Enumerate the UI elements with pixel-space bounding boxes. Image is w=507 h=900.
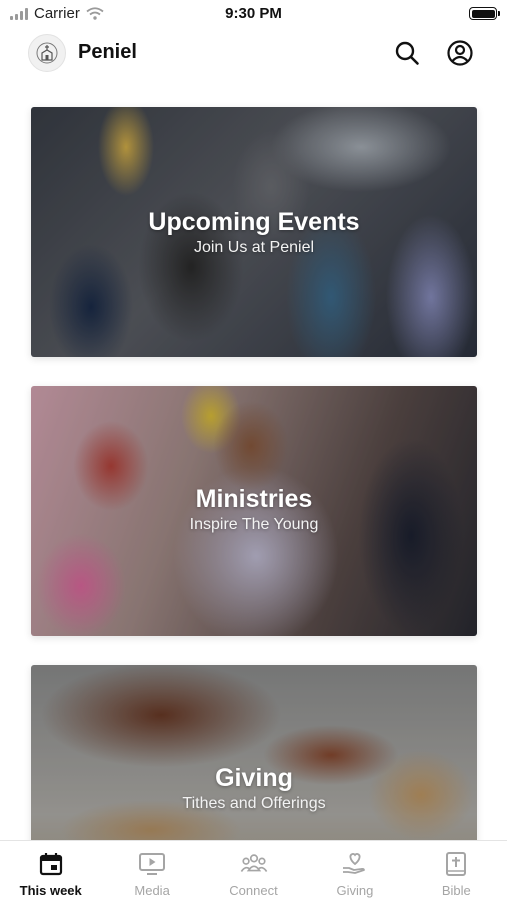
tab-label: Bible bbox=[441, 883, 471, 898]
search-icon bbox=[395, 41, 419, 65]
heart-hand-icon bbox=[342, 853, 365, 874]
ministries-card[interactable]: Ministries Inspire The Young bbox=[31, 386, 477, 636]
card-subtitle: Join Us at Peniel bbox=[193, 239, 315, 256]
tab-label: Giving bbox=[336, 883, 374, 898]
profile-icon bbox=[447, 40, 473, 66]
calendar-icon bbox=[39, 853, 62, 876]
church-logo-icon[interactable] bbox=[28, 34, 66, 72]
card-subtitle: Inspire The Young bbox=[189, 516, 319, 533]
status-time: 9:30 PM bbox=[225, 5, 282, 22]
group-icon bbox=[240, 854, 267, 872]
book-cross-icon bbox=[446, 852, 467, 876]
app-header: Peniel bbox=[0, 28, 507, 78]
card-title: Ministries bbox=[195, 485, 313, 513]
tab-bible[interactable]: Bible bbox=[406, 841, 507, 900]
tab-connect[interactable]: Connect bbox=[203, 841, 304, 900]
app-title: Peniel bbox=[78, 41, 137, 63]
card-title: Giving bbox=[215, 764, 293, 792]
tab-this-week[interactable]: This week bbox=[0, 841, 101, 900]
tab-label: Connect bbox=[229, 883, 278, 898]
tab-giving[interactable]: Giving bbox=[304, 841, 405, 900]
card-title: Upcoming Events bbox=[148, 208, 360, 236]
tab-label: This week bbox=[19, 883, 82, 898]
play-screen-icon bbox=[139, 853, 166, 875]
profile-button[interactable] bbox=[445, 38, 475, 68]
tab-label: Media bbox=[134, 883, 170, 898]
bottom-tab-bar: This week Media Connect Giving Bible bbox=[0, 840, 507, 900]
home-feed[interactable]: Upcoming Events Join Us at Peniel Minist… bbox=[0, 78, 507, 840]
status-bar: Carrier 9:30 PM bbox=[0, 0, 507, 28]
search-button[interactable] bbox=[392, 38, 422, 68]
upcoming-events-card[interactable]: Upcoming Events Join Us at Peniel bbox=[31, 107, 477, 357]
card-subtitle: Tithes and Offerings bbox=[182, 795, 326, 812]
tab-media[interactable]: Media bbox=[101, 841, 202, 900]
battery-icon bbox=[469, 7, 500, 20]
giving-card[interactable]: Giving Tithes and Offerings bbox=[31, 665, 477, 840]
